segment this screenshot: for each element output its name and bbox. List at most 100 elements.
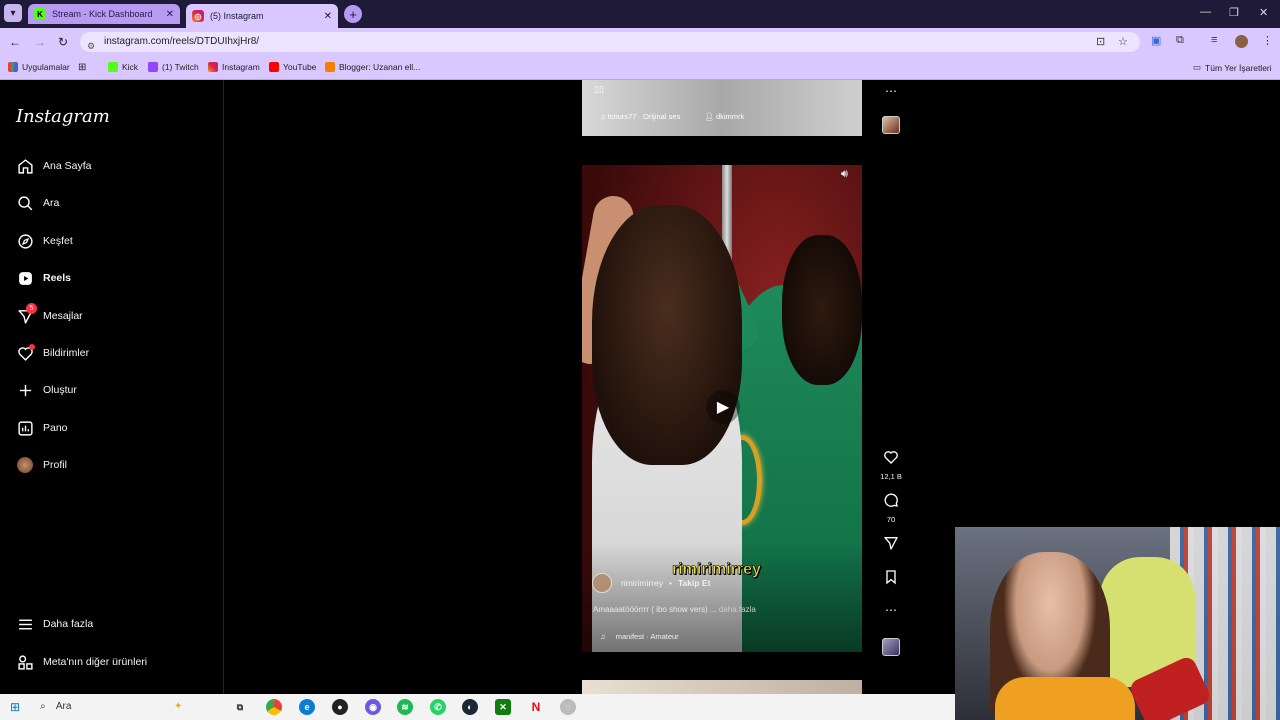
bookmark-twitch[interactable]: (1) Twitch [148,62,199,72]
sidebar-item-reels[interactable]: Reels [16,269,71,287]
tab-instagram[interactable]: ◎ (5) Instagram ✕ [186,4,338,28]
caption-more-link[interactable]: daha fazla [719,605,756,614]
sidebar-item-search[interactable]: Ara [16,194,59,212]
spotify-icon[interactable]: ≋ [397,699,413,715]
volume-icon[interactable]: 🔊︎ [841,168,848,181]
tab-kick-dashboard[interactable]: K Stream - Kick Dashboard ✕ [28,4,180,24]
menu-icon[interactable]: ⋮ [1262,34,1273,47]
instagram-logo[interactable]: Instagram [16,106,110,127]
sidebar-item-label: Daha fazla [43,618,94,630]
bookmark-youtube[interactable]: YouTube [269,62,316,72]
tab-groups-icon[interactable]: ⊞ [78,62,86,73]
more-options-icon[interactable]: ⋯ [878,603,904,617]
save-button[interactable] [878,569,904,590]
reels-icon [16,269,34,287]
edge-icon[interactable]: e [299,699,315,715]
netflix-icon[interactable]: N [528,699,544,715]
audio-thumbnail[interactable] [882,638,900,656]
audio-label[interactable]: tsnurs77 · Orijinal ses [608,112,681,121]
play-icon[interactable]: ▶ [706,390,740,424]
extensions-icon[interactable]: ⧉ [1176,34,1184,47]
sidebar-item-create[interactable]: Oluştur [16,381,77,399]
caption-text: Amaaaatööörrrr ( ibo show vers) ... [593,605,717,614]
prev-audio-thumbnail[interactable] [882,116,900,134]
windows-start-icon[interactable]: ⊞ [10,700,20,714]
tab-close-icon[interactable]: ✕ [324,11,332,22]
sidebar-item-messages[interactable]: 5 Mesajlar [16,303,83,325]
sidebar-item-label: Ana Sayfa [43,160,92,172]
tab-close-icon[interactable]: ✕ [166,9,174,20]
sidebar-item-label: Profil [43,459,67,471]
taskbar-search-placeholder: Ara [55,701,72,712]
bookmark-label: Blogger: Uzanan ell... [339,62,421,72]
all-bookmarks[interactable]: ▭ Tüm Yer İşaretleri [1193,62,1272,73]
sidebar-item-home[interactable]: Ana Sayfa [16,157,91,175]
share-button[interactable] [878,535,904,556]
sidebar-item-label: Pano [43,422,68,434]
reel-audio[interactable]: ♫ manifest · Amateur [600,632,679,641]
xbox-icon[interactable]: ✕ [495,699,511,715]
tab-search-button[interactable]: ▾ [4,4,22,22]
minimize-icon[interactable]: — [1200,6,1211,18]
sidebar-meta-products[interactable]: Meta'nın diğer ürünleri [16,653,147,671]
comment-button[interactable]: 70 [878,492,904,524]
sidebar-item-label: Keşfet [43,235,73,247]
bookmark-kick[interactable]: Kick [108,62,138,72]
new-tab-button[interactable]: + [344,5,362,23]
app-icon[interactable]: ◌ [560,699,576,715]
tab-title: Stream - Kick Dashboard [52,9,153,19]
bookmark-blogger[interactable]: Blogger: Uzanan ell... [325,62,420,72]
person-icon: 👤︎ [704,112,716,121]
tagged-user[interactable]: dkimmrk [716,112,744,121]
site-info-icon[interactable]: ⚙ [87,36,95,56]
sidebar-item-dashboard[interactable]: Pano [16,419,68,437]
sidebar-item-label: Mesajlar [43,310,83,322]
profile-avatar[interactable] [1235,35,1248,48]
video-dancer-hair [592,205,742,465]
sidebar-more[interactable]: Daha fazla [16,615,93,633]
media-controls-icon[interactable]: ≡ [1211,34,1217,46]
back-icon[interactable]: ← [9,35,21,49]
whatsapp-icon[interactable]: ✆ [430,699,446,715]
instagram-icon: ◎ [192,10,204,22]
author-avatar[interactable] [592,573,612,593]
restore-icon[interactable]: ❐ [1229,6,1239,19]
unread-badge: 5 [26,303,37,314]
follow-button[interactable]: Takip Et [678,578,710,588]
bookmark-star-icon[interactable]: ☆ [1118,32,1128,52]
taskbar-search[interactable]: ⌕ Ara ✦ [34,697,220,717]
install-app-icon[interactable]: ⊡ [1096,32,1105,52]
bookmark-apps[interactable]: Uygulamalar [8,62,70,72]
meta-apps-icon [16,653,34,671]
music-icon: ♫ [600,112,608,121]
translate-icon[interactable]: ▣ [1151,34,1161,47]
prev-more-icon[interactable]: ⋯ [878,84,904,98]
author-username[interactable]: rimirimirrey [621,578,663,588]
reel-caption: Amaaaatööörrrr ( ibo show vers) ... daha… [593,605,756,614]
sidebar-item-profile[interactable]: Profil [16,456,67,474]
bookmark-instagram[interactable]: Instagram [208,62,260,72]
obs-icon[interactable]: ● [332,699,348,715]
task-view-icon[interactable]: ⧉ [232,699,248,715]
video-dancer-hair [782,235,862,385]
chrome-icon[interactable] [266,699,282,715]
compass-icon [16,232,34,250]
like-button[interactable]: 12,1 B [878,449,904,481]
sidebar-item-explore[interactable]: Keşfet [16,232,73,250]
search-icon: ⌕ [40,701,46,712]
previous-reel[interactable]: ▯▯ ♫ tsnurs77 · Orijinal ses 👤︎ dkimmrk [582,80,862,136]
sidebar-item-label: Reels [43,272,72,284]
webcam-overlay [955,527,1280,720]
instagram-icon [208,62,218,72]
next-reel[interactable] [582,680,862,694]
reload-icon[interactable]: ↻ [58,35,68,49]
address-bar[interactable]: ⚙ instagram.com/reels/DTDUIhxjHr8/ ⊡ ☆ [80,32,1140,52]
audio-label: manifest · Amateur [615,632,679,641]
bookmark-icon [886,570,896,585]
discord-icon[interactable]: ◉ [365,699,381,715]
forward-icon[interactable]: → [34,35,46,49]
steam-icon[interactable]: ◐ [462,699,478,715]
sidebar-item-notifications[interactable]: Bildirimler [16,344,89,362]
comment-count: 70 [886,515,896,524]
close-window-icon[interactable]: ✕ [1259,6,1268,19]
